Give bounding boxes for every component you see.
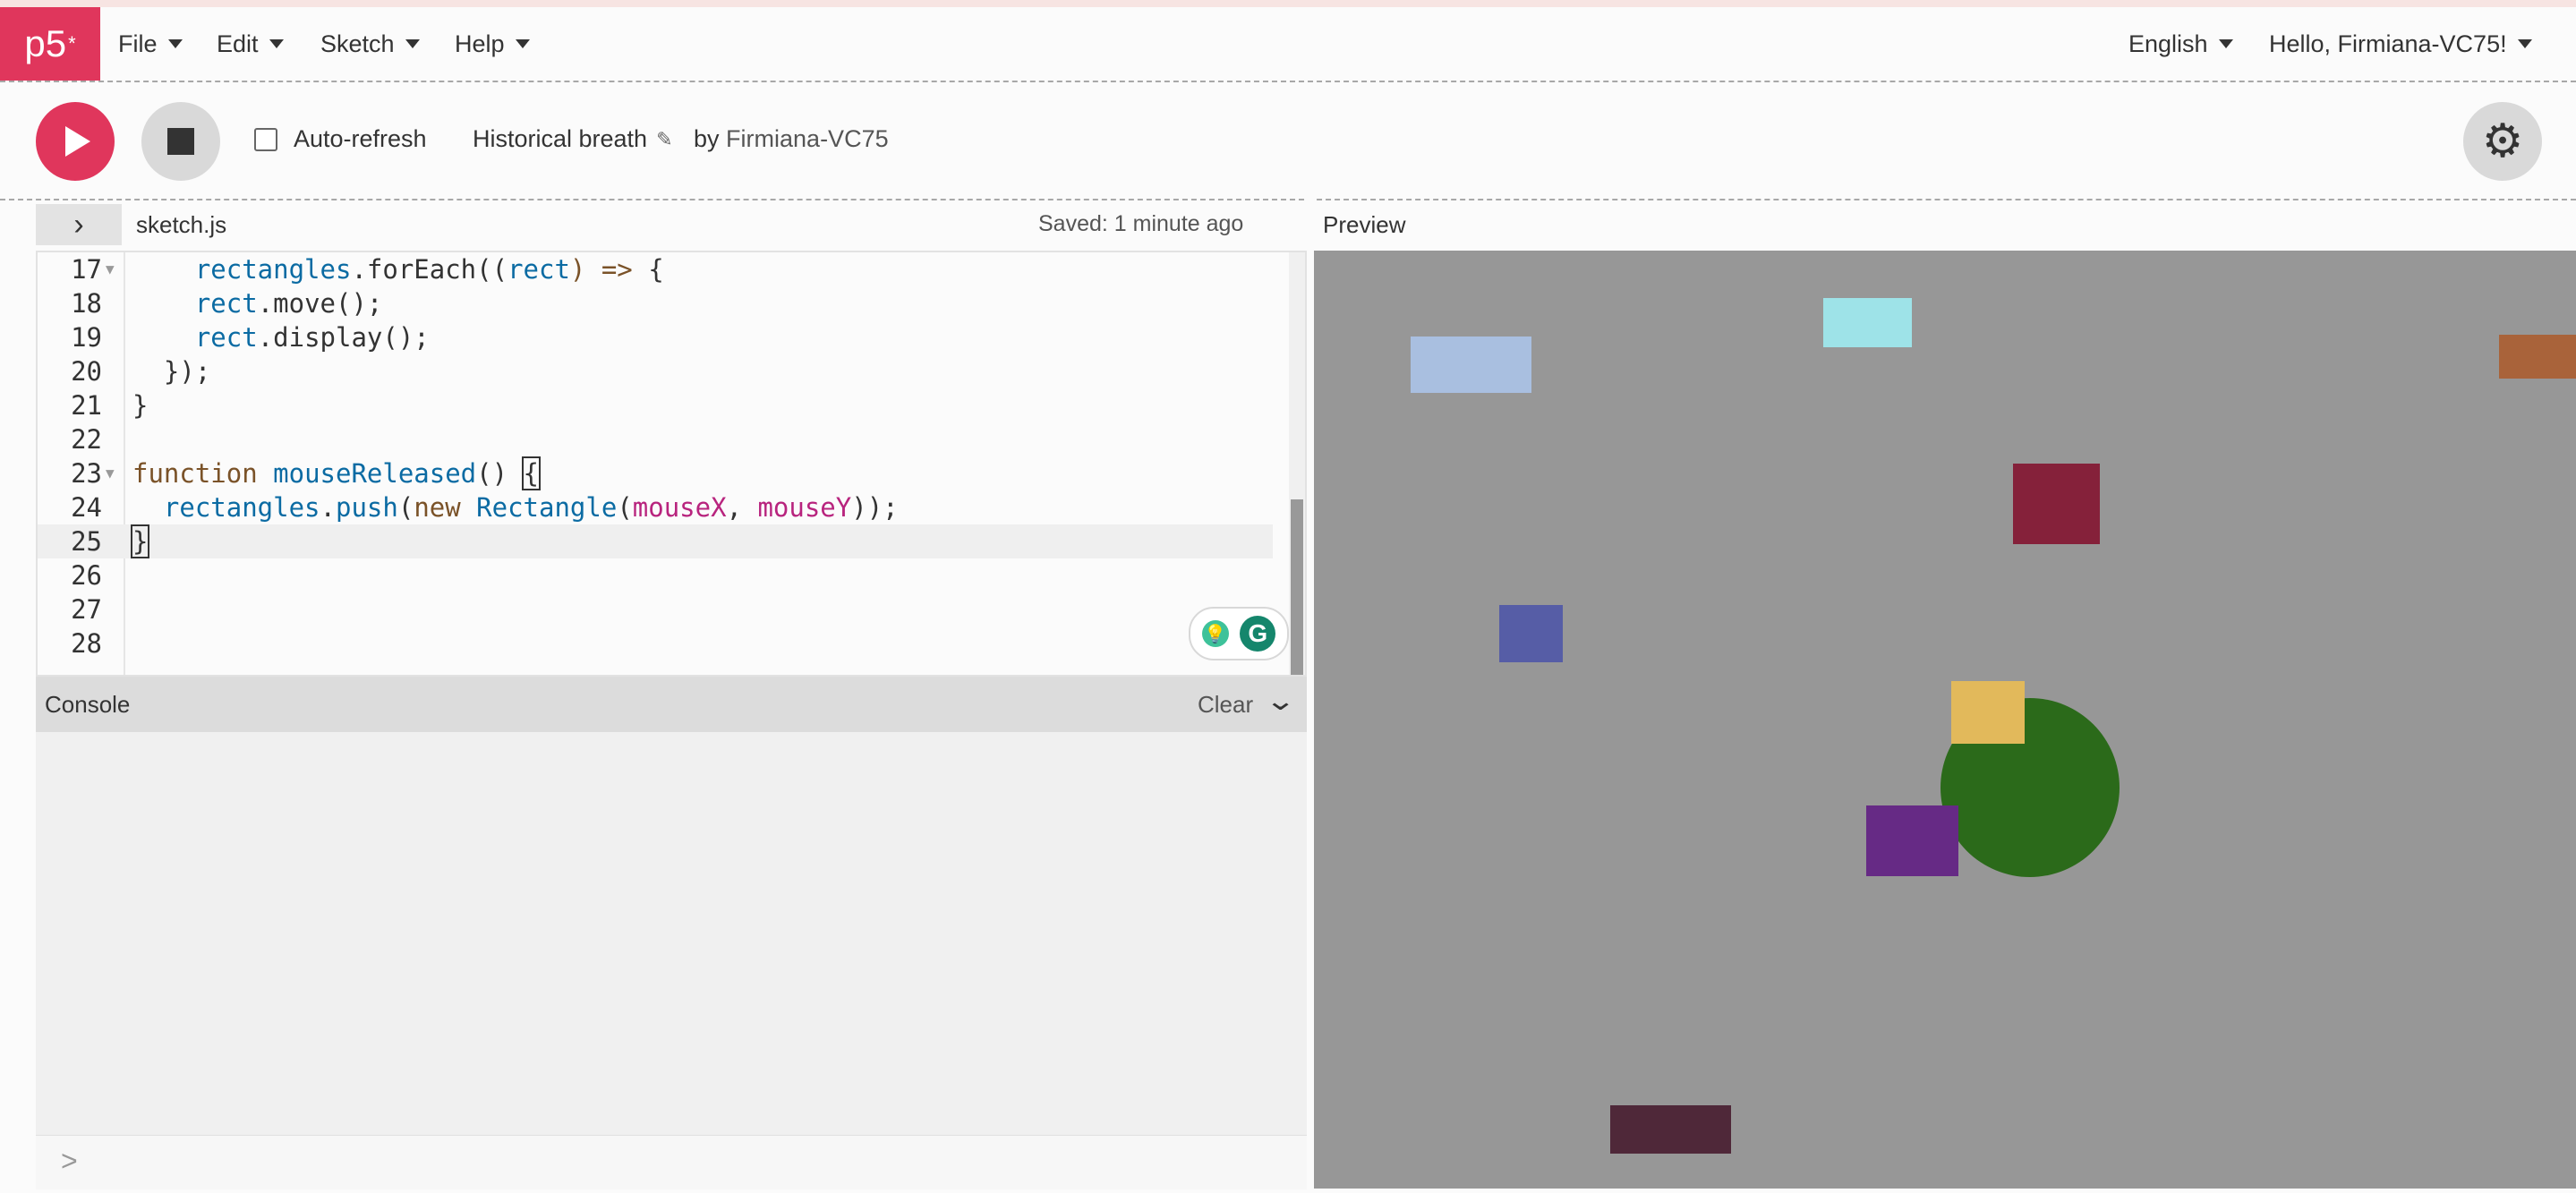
menu-edit[interactable]: Edit bbox=[217, 7, 284, 81]
file-name: sketch.js bbox=[136, 211, 227, 238]
settings-button[interactable]: ⚙ bbox=[2463, 102, 2542, 181]
pane-divider[interactable] bbox=[1307, 199, 1314, 1189]
line-number: 25 bbox=[71, 526, 102, 557]
auto-refresh-checkbox[interactable] bbox=[254, 127, 277, 151]
caret-down-icon bbox=[405, 39, 420, 48]
line-number: 17 bbox=[71, 254, 102, 285]
play-icon bbox=[65, 126, 90, 157]
rect-indigo bbox=[1499, 605, 1563, 662]
preview-label: Preview bbox=[1323, 211, 1406, 238]
gear-icon: ⚙ bbox=[2481, 115, 2524, 167]
code-line-active[interactable]: 25 } bbox=[38, 524, 1273, 558]
line-number: 18 bbox=[71, 288, 102, 319]
fold-arrow-icon[interactable]: ▼ bbox=[106, 252, 115, 286]
editor-scrollbar[interactable] bbox=[1289, 252, 1305, 675]
sketch-canvas[interactable] bbox=[1314, 251, 2576, 1189]
console-clear-button[interactable]: Clear bbox=[1198, 691, 1253, 719]
line-number: 23 bbox=[71, 458, 102, 489]
line-number: 27 bbox=[71, 594, 102, 625]
menu-file[interactable]: File bbox=[118, 7, 183, 81]
line-number: 20 bbox=[71, 356, 102, 387]
auto-refresh-label: Auto-refresh bbox=[294, 125, 427, 152]
line-number: 26 bbox=[71, 560, 102, 591]
rect-gold bbox=[1951, 681, 2025, 744]
code-line[interactable]: 24 rectangles.push(new Rectangle(mouseX,… bbox=[38, 490, 1273, 524]
code-line[interactable]: 18 rect.move(); bbox=[38, 286, 1273, 320]
chevron-right-icon: › bbox=[73, 207, 84, 242]
top-nav: p5 * File Edit Sketch Help English Hello,… bbox=[0, 7, 2576, 82]
stop-icon bbox=[167, 128, 194, 155]
lightbulb-icon[interactable]: 💡 bbox=[1201, 620, 1229, 647]
code-line[interactable]: 20 }); bbox=[38, 354, 1273, 388]
user-menu[interactable]: Hello, Firmiana-VC75! bbox=[2269, 7, 2532, 81]
sketch-owner: by Firmiana-VC75 bbox=[694, 125, 889, 152]
code-line[interactable]: 19 rect.display(); bbox=[38, 320, 1273, 354]
line-number: 21 bbox=[71, 390, 102, 421]
sketch-name-text: Historical breath bbox=[473, 125, 648, 152]
editor-scroll-thumb[interactable] bbox=[1291, 499, 1303, 675]
code-line[interactable]: 28 bbox=[38, 626, 1273, 660]
grammarly-icon[interactable]: G bbox=[1240, 616, 1276, 652]
caret-down-icon bbox=[167, 39, 183, 48]
code-line[interactable]: 17 ▼ rectangles.forEach((rect) => { bbox=[38, 252, 1273, 286]
stop-button[interactable] bbox=[141, 102, 220, 181]
chevron-down-icon[interactable]: ⌄ bbox=[1265, 686, 1296, 717]
saved-status: Saved: 1 minute ago bbox=[1038, 211, 1244, 236]
rect-cyan bbox=[1823, 298, 1912, 347]
rect-purple bbox=[1866, 805, 1958, 876]
console-output bbox=[36, 732, 1307, 1135]
sidebar-toggle-button[interactable]: › bbox=[36, 204, 122, 245]
toolbar: Auto-refresh Historical breath ✎ by Firm… bbox=[0, 82, 2576, 200]
line-number: 19 bbox=[71, 322, 102, 353]
fold-arrow-icon[interactable]: ▼ bbox=[106, 456, 115, 490]
grammarly-widget[interactable]: 💡 G bbox=[1189, 607, 1289, 660]
sketch-name[interactable]: Historical breath ✎ bbox=[473, 125, 673, 153]
rect-maroon bbox=[2013, 464, 2100, 544]
rect-plum bbox=[1610, 1105, 1731, 1154]
preview-canvas[interactable] bbox=[1314, 251, 2576, 1189]
caret-down-icon bbox=[515, 39, 530, 48]
language-menu[interactable]: English bbox=[2128, 7, 2233, 81]
p5-logo[interactable]: p5 * bbox=[0, 7, 100, 81]
play-button[interactable] bbox=[36, 102, 115, 181]
code-line[interactable]: 23 ▼ function mouseReleased() { bbox=[38, 456, 1273, 490]
line-number: 28 bbox=[71, 628, 102, 659]
console-title: Console bbox=[45, 691, 131, 718]
top-accent-line bbox=[0, 0, 2576, 7]
rect-orange bbox=[2499, 335, 2576, 379]
caret-down-icon bbox=[269, 39, 284, 48]
line-number: 24 bbox=[71, 492, 102, 523]
caret-down-icon bbox=[2218, 39, 2233, 48]
auto-refresh-toggle[interactable]: Auto-refresh bbox=[254, 125, 427, 153]
code-line[interactable]: 27 bbox=[38, 592, 1273, 626]
console-input[interactable]: > bbox=[36, 1135, 1307, 1189]
owner-link[interactable]: Firmiana-VC75 bbox=[726, 125, 889, 152]
rect-light-blue bbox=[1411, 337, 1531, 393]
console-header: Console Clear ⌄ bbox=[36, 677, 1307, 732]
line-number: 22 bbox=[71, 424, 102, 455]
menu-sketch[interactable]: Sketch bbox=[320, 7, 420, 81]
code-editor[interactable]: 17 ▼ rectangles.forEach((rect) => { 18 r… bbox=[36, 251, 1307, 677]
pencil-icon[interactable]: ✎ bbox=[656, 128, 672, 151]
caret-down-icon bbox=[2517, 39, 2532, 48]
code-line[interactable]: 26 bbox=[38, 558, 1273, 592]
prompt-chevron-icon: > bbox=[61, 1145, 78, 1177]
code-line[interactable]: 22 bbox=[38, 422, 1273, 456]
code-line[interactable]: 21 } bbox=[38, 388, 1273, 422]
menu-help[interactable]: Help bbox=[455, 7, 530, 81]
